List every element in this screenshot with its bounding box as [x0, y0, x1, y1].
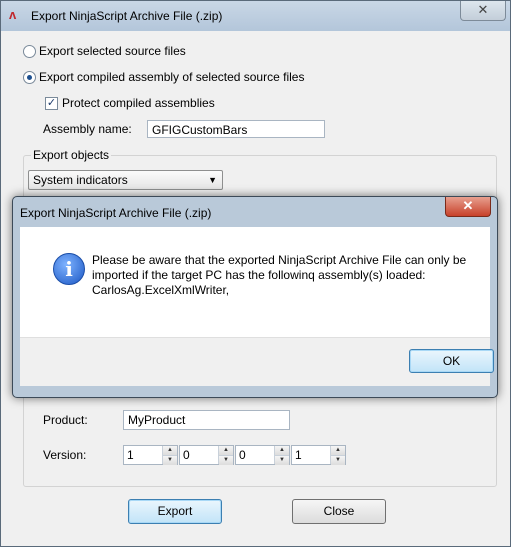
version-major-stepper[interactable]: 1 ▲ ▼: [123, 445, 178, 465]
chevron-up-icon[interactable]: ▲: [163, 446, 177, 455]
export-source-radio[interactable]: [23, 45, 36, 58]
version-revision-stepper[interactable]: 1 ▲ ▼: [291, 445, 346, 465]
version-label: Version:: [43, 448, 87, 462]
chevron-down-icon[interactable]: ▼: [275, 455, 289, 465]
ok-button[interactable]: OK: [409, 349, 494, 373]
assembly-warning-dialog: Export NinjaScript Archive File (.zip) ✕…: [12, 196, 498, 398]
dialog-close-button[interactable]: ✕: [445, 197, 491, 217]
dialog-message-line: imported if the target PC has the follow…: [92, 268, 426, 282]
chevron-down-icon[interactable]: ▼: [331, 455, 345, 465]
export-source-label[interactable]: Export selected source files: [39, 44, 186, 58]
window-title-bar[interactable]: ᴧ Export NinjaScript Archive File (.zip)…: [1, 1, 510, 31]
dialog-message-line: Please be aware that the exported NinjaS…: [92, 253, 467, 267]
export-button[interactable]: Export: [128, 499, 222, 524]
ninjatrader-app-icon: ᴧ: [9, 7, 17, 22]
version-minor-stepper[interactable]: 0 ▲ ▼: [179, 445, 234, 465]
export-objects-group-label: Export objects: [31, 148, 112, 162]
product-label: Product:: [43, 413, 88, 427]
dialog-message-line: CarlosAg.ExcelXmlWriter,: [92, 283, 230, 297]
version-build-stepper[interactable]: 0 ▲ ▼: [235, 445, 290, 465]
dialog-body: i Please be aware that the exported Ninj…: [20, 227, 490, 337]
export-compiled-radio[interactable]: [23, 71, 36, 84]
chevron-down-icon[interactable]: ▼: [163, 455, 177, 465]
dialog-footer: OK: [20, 337, 494, 386]
version-build-value: 0: [239, 448, 246, 462]
window-title: Export NinjaScript Archive File (.zip): [31, 9, 223, 23]
dialog-message: Please be aware that the exported NinjaS…: [92, 253, 472, 298]
export-objects-dropdown[interactable]: System indicators ▼: [28, 170, 223, 190]
assembly-name-input[interactable]: GFIGCustomBars: [147, 120, 325, 138]
chevron-up-icon[interactable]: ▲: [331, 446, 345, 455]
dialog-title: Export NinjaScript Archive File (.zip): [20, 206, 212, 220]
chevron-down-icon[interactable]: ▼: [219, 455, 233, 465]
assembly-name-label: Assembly name:: [43, 122, 132, 136]
close-icon: ✕: [477, 2, 489, 17]
version-revision-value: 1: [295, 448, 302, 462]
close-icon: ✕: [462, 198, 474, 213]
version-minor-value: 0: [183, 448, 190, 462]
product-input[interactable]: MyProduct: [123, 410, 290, 430]
chevron-up-icon[interactable]: ▲: [219, 446, 233, 455]
version-major-value: 1: [127, 448, 134, 462]
protect-assemblies-checkbox[interactable]: ✓: [45, 97, 58, 110]
chevron-down-icon: ▼: [208, 175, 217, 185]
chevron-up-icon[interactable]: ▲: [275, 446, 289, 455]
export-objects-selected-value: System indicators: [33, 173, 128, 187]
info-icon: i: [53, 253, 85, 285]
window-close-button[interactable]: ✕: [460, 1, 506, 21]
protect-assemblies-label[interactable]: Protect compiled assemblies: [62, 96, 215, 110]
close-button[interactable]: Close: [292, 499, 386, 524]
export-compiled-label[interactable]: Export compiled assembly of selected sou…: [39, 70, 304, 84]
